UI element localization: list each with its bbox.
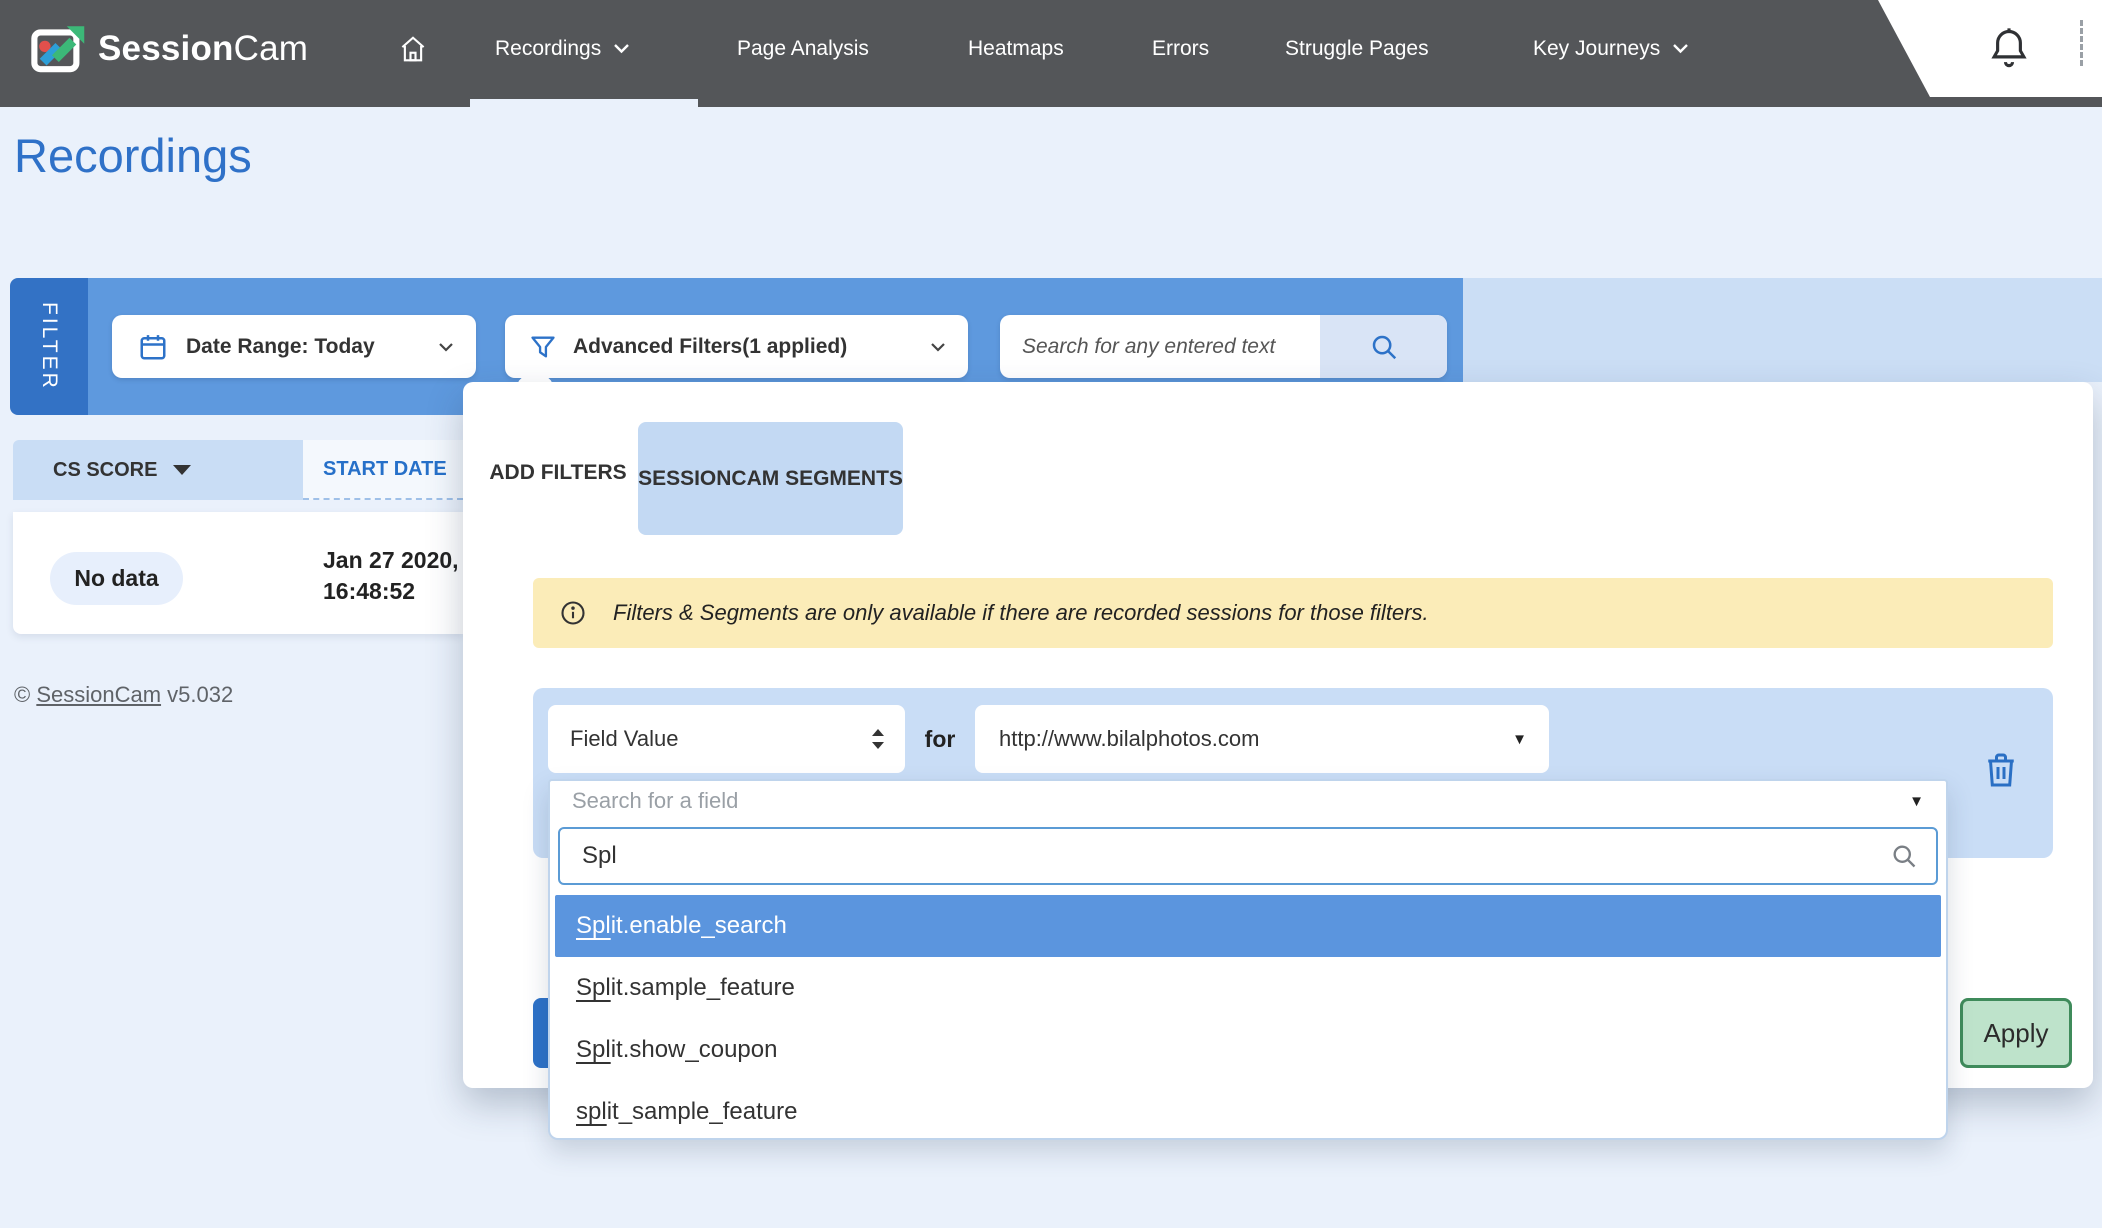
select-spinner-icon (871, 728, 885, 750)
advanced-filters-button[interactable]: Advanced Filters(1 applied) (505, 315, 968, 378)
filter-side-tab[interactable]: FILTER (10, 278, 88, 415)
nav-item-heatmaps[interactable]: Heatmaps (968, 0, 1064, 97)
field-search-input-wrap (558, 827, 1938, 885)
dropdown-caret-icon: ▼ (1909, 793, 1924, 810)
nav-item-key-journeys[interactable]: Key Journeys (1533, 0, 1689, 97)
dropdown-caret-icon: ▼ (1512, 731, 1527, 748)
chevron-down-icon (930, 342, 946, 352)
session-search-input[interactable] (1000, 315, 1320, 378)
search-icon (1890, 842, 1918, 870)
info-banner: Filters & Segments are only available if… (533, 578, 2053, 648)
sort-descending-icon (173, 465, 191, 475)
nav-item-errors[interactable]: Errors (1152, 0, 1209, 97)
nav-item-struggle-pages[interactable]: Struggle Pages (1285, 0, 1429, 97)
footer-version: © SessionCam v5.032 (14, 682, 233, 708)
field-option-split-show-coupon[interactable]: Split.show_coupon (550, 1019, 1946, 1081)
field-search-dropdown: Search for a field ▼ Split.enable_search… (548, 779, 1948, 1140)
filter-funnel-icon (529, 333, 557, 361)
chevron-down-icon (613, 43, 630, 54)
calendar-icon (138, 332, 168, 362)
top-navbar: SessionCam Recordings Page Analysis Heat… (0, 0, 2102, 107)
session-search-button[interactable] (1320, 315, 1447, 378)
field-search-input[interactable] (560, 842, 1890, 870)
nav-item-recordings[interactable]: Recordings (495, 0, 630, 97)
chevron-down-icon (1672, 43, 1689, 54)
filter-type-select[interactable]: Field Value (548, 705, 905, 773)
cs-score-badge: No data (50, 552, 183, 605)
tab-sessioncam-segments[interactable]: SESSIONCAM SEGMENTS (638, 422, 903, 535)
delete-filter-button[interactable] (1983, 750, 2019, 790)
for-label: for (905, 705, 975, 773)
nav-item-page-analysis[interactable]: Page Analysis (737, 0, 869, 97)
table-header-cs-score[interactable]: CS SCORE (13, 440, 303, 500)
date-range-button[interactable]: Date Range: Today (112, 315, 476, 378)
apply-button[interactable]: Apply (1960, 998, 2072, 1068)
site-select[interactable]: http://www.bilalphotos.com ▼ (975, 705, 1549, 773)
field-select-collapsed[interactable]: Search for a field ▼ (550, 781, 1946, 821)
brand-logo[interactable]: SessionCam (30, 0, 308, 97)
start-date-value: Jan 27 2020, 16:48:52 (323, 545, 459, 607)
notifications-bell-icon[interactable] (1988, 26, 2030, 72)
info-banner-text: Filters & Segments are only available if… (613, 600, 1429, 626)
nav-active-indicator (470, 99, 698, 107)
footer-sessioncam-link[interactable]: SessionCam (36, 682, 161, 707)
info-icon (559, 599, 587, 627)
table-row[interactable]: No data Jan 27 2020, 16:48:52 (13, 512, 463, 634)
field-option-split-enable-search[interactable]: Split.enable_search (555, 895, 1941, 957)
search-icon (1369, 332, 1399, 362)
app-window: SessionCam Recordings Page Analysis Heat… (0, 0, 2102, 1228)
nav-right-notch (1862, 0, 2102, 97)
sessioncam-logo-icon (30, 21, 86, 77)
home-icon (398, 34, 428, 64)
chevron-down-icon (438, 342, 454, 352)
filter-bar-light-extension (1463, 278, 2102, 382)
table-header-start-date[interactable]: START DATE (303, 440, 463, 500)
field-option-split-sample-feature-lower[interactable]: split_sample_feature (550, 1081, 1946, 1143)
field-option-split-sample-feature[interactable]: Split.sample_feature (550, 957, 1946, 1019)
brand-name: SessionCam (98, 29, 308, 69)
page-title: Recordings (14, 128, 252, 183)
nav-edge-dashed-divider (2080, 20, 2083, 66)
advanced-filters-panel: ADD FILTERS SESSIONCAM SEGMENTS Filters … (463, 382, 2093, 1088)
session-search-group (1000, 315, 1447, 378)
nav-item-home[interactable] (398, 0, 428, 97)
tab-add-filters[interactable]: ADD FILTERS (483, 448, 633, 498)
